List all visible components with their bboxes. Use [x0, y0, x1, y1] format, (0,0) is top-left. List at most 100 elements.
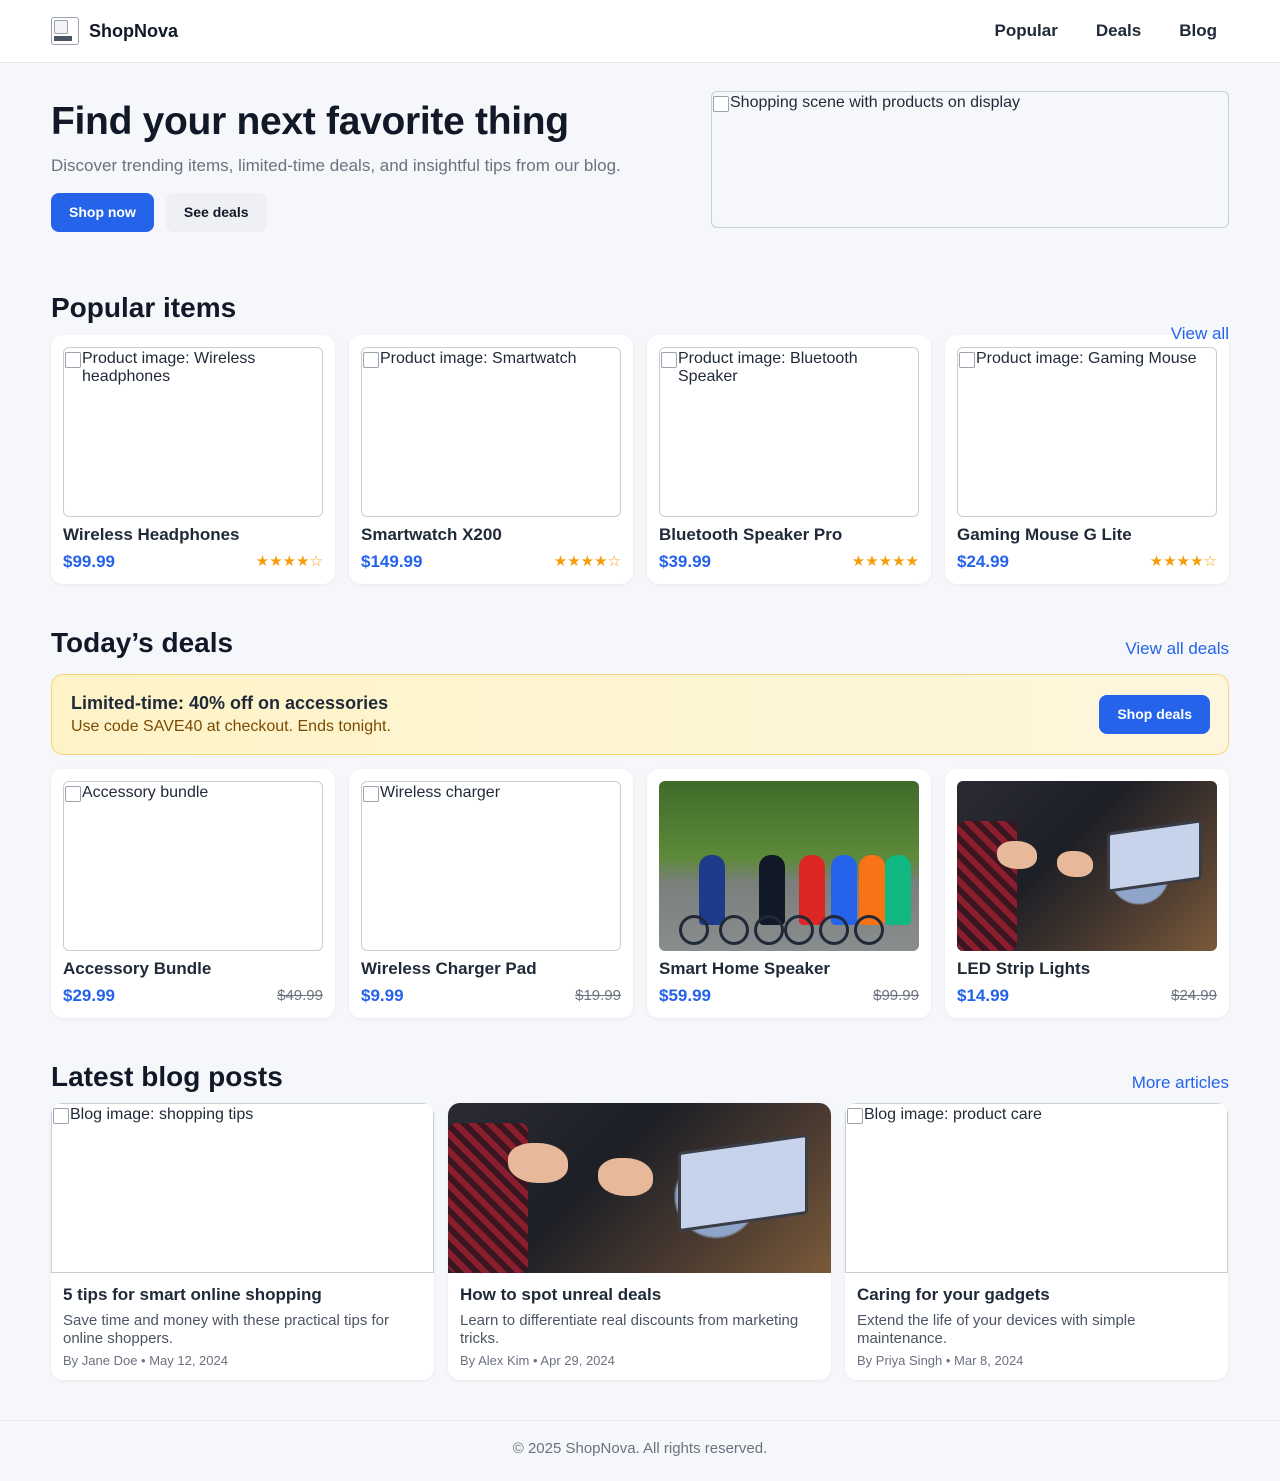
deal-price: $29.99: [63, 985, 115, 1005]
star-filled-icon: ★: [1190, 552, 1204, 571]
deal-old-price: $49.99: [277, 987, 323, 1005]
product-meta: $99.99 ★ ★ ★ ★ ☆: [63, 552, 323, 572]
product-card[interactable]: Product image: Smartwatch Smartwatch X20…: [349, 334, 633, 584]
deal-meta: $59.99 $99.99: [659, 986, 919, 1006]
star-filled-icon: ★: [594, 552, 608, 571]
product-meta: $24.99 ★ ★ ★ ★ ☆: [957, 552, 1217, 572]
hero-actions: Shop now See deals: [51, 192, 621, 232]
star-empty-icon: ☆: [309, 552, 323, 571]
star-filled-icon: ★: [865, 552, 879, 571]
nav-item-deals[interactable]: Deals: [1096, 21, 1141, 41]
cyclist-figure: [799, 854, 825, 925]
star-filled-icon: ★: [269, 552, 283, 571]
product-image: Product image: Bluetooth Speaker: [659, 346, 919, 517]
blog-post-meta: By Jane Doe • May 12, 2024: [63, 1352, 228, 1368]
star-filled-icon: ★: [1149, 552, 1164, 571]
view-all-deals-link[interactable]: View all deals: [1125, 639, 1229, 659]
cyclist-figure: [699, 854, 725, 925]
product-price: $24.99: [957, 551, 1009, 571]
view-all-link[interactable]: View all: [1171, 324, 1229, 344]
product-price: $149.99: [361, 551, 423, 571]
blog-post-desc: Learn to differentiate real discounts fr…: [460, 1311, 799, 1347]
deal-card[interactable]: LED Strip Lights $14.99 $24.99: [945, 768, 1229, 1018]
blog-post-title: How to spot unreal deals: [460, 1284, 662, 1304]
product-card[interactable]: Product image: Wireless headphones Wirel…: [51, 334, 335, 584]
laptop-screen-shape: [1107, 819, 1202, 893]
product-card[interactable]: Product image: Gaming Mouse Gaming Mouse…: [945, 334, 1229, 584]
page-footer: © 2025 ShopNova. All rights reserved.: [0, 1419, 1280, 1477]
product-name: Smartwatch X200: [361, 524, 502, 544]
product-card[interactable]: Product image: Bluetooth Speaker Bluetoo…: [647, 334, 931, 584]
cyclist-figure: [885, 854, 911, 925]
rating-stars: ★ ★ ★ ★ ★: [852, 554, 919, 569]
deal-card[interactable]: Accessory bundle Accessory Bundle $29.99…: [51, 768, 335, 1018]
brand-name: ShopNova: [89, 20, 179, 41]
deal-meta: $29.99 $49.99: [63, 986, 323, 1006]
hero-title: Find your next favorite thing: [51, 100, 569, 143]
blog-post-meta: By Priya Singh • Mar 8, 2024: [857, 1352, 1024, 1368]
wheel-shape: [754, 914, 784, 945]
hero-image-alt: Shopping scene with products on display: [712, 94, 1020, 112]
product-price: $39.99: [659, 551, 711, 571]
star-filled-icon: ★: [851, 552, 866, 571]
star-filled-icon: ★: [1176, 552, 1191, 571]
main-content: Find your next favorite thing Discover t…: [51, 63, 1229, 1380]
deal-card[interactable]: Wireless charger Wireless Charger Pad $9…: [349, 768, 633, 1018]
star-filled-icon: ★: [1163, 552, 1177, 571]
star-filled-icon: ★: [553, 552, 568, 571]
blog-post-desc: Save time and money with these practical…: [63, 1311, 389, 1347]
deal-price: $9.99: [361, 985, 404, 1005]
deals-title: Today’s deals: [51, 626, 234, 658]
hand-shape: [1057, 850, 1093, 877]
deal-meta: $9.99 $19.99: [361, 986, 621, 1006]
laptop-photo: [957, 780, 1217, 951]
deals-header: Today’s deals View all deals: [51, 627, 1229, 659]
hero-text: Find your next favorite thing Discover t…: [51, 91, 621, 232]
popular-header: Popular items View all: [51, 292, 1229, 343]
product-price: $99.99: [63, 551, 115, 571]
deal-banner: Limited-time: 40% off on accessories Use…: [51, 673, 1229, 755]
product-image: Product image: Gaming Mouse: [957, 346, 1217, 517]
star-filled-icon: ★: [892, 552, 906, 571]
deal-old-price: $99.99: [873, 987, 919, 1005]
blog-card-body: How to spot unreal deals Learn to differ…: [448, 1273, 831, 1380]
shop-now-button[interactable]: Shop now: [51, 192, 154, 232]
blog-section: Latest blog posts More articles Blog ima…: [51, 1061, 1229, 1380]
see-deals-button[interactable]: See deals: [165, 192, 267, 232]
brand-home-link[interactable]: ShopNova: [51, 17, 178, 45]
hand-shape: [997, 840, 1037, 869]
product-image-alt: Product image: Bluetooth Speaker: [660, 350, 914, 386]
deal-meta: $14.99 $24.99: [957, 986, 1217, 1006]
deal-banner-subtitle: Use code SAVE40 at checkout. Ends tonigh…: [71, 717, 391, 735]
rating-stars: ★ ★ ★ ★ ☆: [256, 554, 323, 569]
shop-deals-button[interactable]: Shop deals: [1099, 694, 1210, 734]
blog-card[interactable]: Blog image: shopping tips 5 tips for sma…: [51, 1102, 434, 1380]
more-articles-link[interactable]: More articles: [1132, 1073, 1229, 1093]
main-nav: Popular Deals Blog: [995, 21, 1217, 41]
hand-shape: [598, 1157, 653, 1196]
deal-old-price: $19.99: [575, 987, 621, 1005]
shirt-shape: [448, 1122, 528, 1273]
deal-banner-title: Limited-time: 40% off on accessories: [71, 692, 389, 713]
hero-subtitle: Discover trending items, limited-time de…: [51, 155, 621, 175]
rating-stars: ★ ★ ★ ★ ☆: [554, 554, 621, 569]
blog-card[interactable]: How to spot unreal deals Learn to differ…: [448, 1102, 831, 1380]
nav-item-blog[interactable]: Blog: [1179, 21, 1217, 41]
popular-section: Popular items View all Product image: Wi…: [51, 292, 1229, 584]
blog-card[interactable]: Blog image: product care Caring for your…: [845, 1102, 1228, 1380]
product-name: Gaming Mouse G Lite: [957, 524, 1132, 544]
nav-item-popular[interactable]: Popular: [995, 21, 1058, 41]
cyclists-photo: [659, 780, 919, 951]
deal-name: Smart Home Speaker: [659, 958, 831, 978]
product-image: Product image: Smartwatch: [361, 346, 621, 517]
blog-post-desc: Extend the life of your devices with sim…: [857, 1311, 1136, 1347]
wheel-shape: [784, 914, 814, 945]
deal-banner-text: Limited-time: 40% off on accessories Use…: [71, 693, 391, 736]
deal-card[interactable]: Smart Home Speaker $59.99 $99.99: [647, 768, 931, 1018]
deal-price: $14.99: [957, 985, 1009, 1005]
deal-price: $59.99: [659, 985, 711, 1005]
product-image-alt: Product image: Smartwatch: [362, 350, 616, 368]
product-image: Product image: Wireless headphones: [63, 346, 323, 517]
blog-title: Latest blog posts: [51, 1060, 283, 1092]
hand-shape: [508, 1142, 568, 1183]
